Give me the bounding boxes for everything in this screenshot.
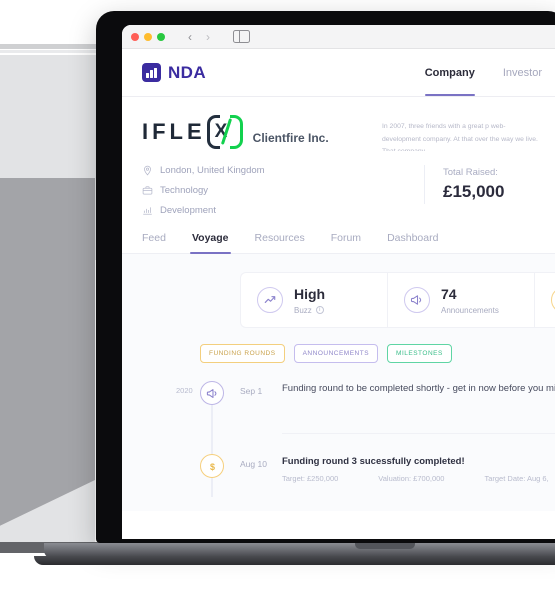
meta-stage-label: Development: [160, 205, 216, 216]
sidebar-toggle-icon[interactable]: [233, 29, 250, 44]
brand[interactable]: NDA: [142, 63, 206, 83]
screenshot-stage: ‹ › NDA Company Investor IFLE X Clientfi…: [0, 0, 555, 598]
stat-value-announcements: 74: [441, 285, 457, 302]
forward-icon[interactable]: ›: [200, 29, 216, 45]
dollar-icon: [551, 287, 555, 313]
stat-card-buzz[interactable]: High Buzz i: [240, 272, 387, 328]
svg-text:$: $: [210, 461, 215, 471]
timeline-date: Sep 1: [240, 386, 263, 396]
tab-investor[interactable]: Investor: [503, 49, 542, 96]
window-close-button[interactable]: [131, 32, 139, 41]
briefcase-icon: [142, 186, 153, 195]
location-pin-icon: [144, 165, 151, 176]
browser-chrome-bar: ‹ ›: [122, 25, 555, 49]
total-raised-card: Total Raised: £15,000: [424, 165, 542, 204]
back-icon[interactable]: ‹: [182, 29, 198, 45]
stat-card-announcements[interactable]: 74 Announcements: [387, 272, 534, 328]
app-header: NDA Company Investor: [122, 49, 555, 97]
company-name: Clientfire Inc.: [252, 130, 329, 145]
section-tabs: Feed Voyage Resources Forum Dashboard: [122, 216, 555, 254]
timeline-row[interactable]: 2020 Sep 1 Funding round to be completed…: [122, 375, 555, 424]
company-logo-text: IFLE: [142, 119, 206, 144]
meta-stage: Development: [142, 205, 265, 216]
meta-location: London, United Kingdom: [142, 165, 265, 176]
company-meta-list: London, United Kingdom Technology Develo…: [142, 165, 265, 216]
stat-card-partial[interactable]: [534, 272, 555, 328]
brand-name: NDA: [168, 62, 207, 82]
company-logo-badge-icon: X: [206, 115, 243, 149]
megaphone-icon[interactable]: [200, 381, 224, 405]
dollar-icon[interactable]: $: [200, 454, 224, 478]
tab-voyage[interactable]: Voyage: [189, 232, 231, 254]
timeline-title: Funding round 3 sucessfully completed!: [282, 456, 465, 467]
trend-up-icon: [257, 287, 283, 313]
filter-funding-rounds[interactable]: FUNDING ROUNDS: [200, 344, 285, 363]
chart-icon: [143, 207, 152, 215]
timeline-date: Aug 10: [240, 459, 267, 469]
timeline-year: 2020: [176, 386, 193, 395]
laptop-base-lower: [34, 556, 555, 565]
meta-industry-label: Technology: [160, 185, 209, 196]
filter-milestones[interactable]: MILESTONES: [387, 344, 452, 363]
tab-resources[interactable]: Resources: [255, 232, 305, 253]
top-nav: Company Investor: [424, 49, 542, 96]
meta-location-label: London, United Kingdom: [160, 165, 265, 176]
total-raised-label: Total Raised:: [443, 167, 498, 178]
timeline-body: Funding round to be completed shortly - …: [282, 375, 555, 394]
background-triangle: [0, 480, 95, 545]
company-logo: IFLE X Clientfire Inc.: [142, 115, 329, 149]
timeline-body: Funding round 3 sucessfully completed! T…: [282, 448, 555, 483]
info-icon[interactable]: i: [315, 306, 324, 314]
tab-company[interactable]: Company: [424, 49, 475, 96]
tab-forum[interactable]: Forum: [331, 232, 361, 253]
filter-pills: FUNDING ROUNDS ANNOUNCEMENTS MILESTONES: [122, 328, 555, 363]
timeline: 2020 Sep 1 Funding round to be completed…: [122, 363, 555, 497]
window-maximize-button[interactable]: [157, 32, 165, 41]
megaphone-icon: [404, 287, 430, 313]
laptop-hinge-notch: [355, 543, 415, 549]
bar-chart-icon: [142, 63, 161, 82]
stat-value-buzz: High: [294, 285, 326, 302]
timeline-detail-target-date: Target Date: Aug 6,: [484, 474, 549, 483]
timeline-title: Funding round to be completed shortly - …: [282, 383, 555, 394]
browser-window: ‹ › NDA Company Investor IFLE X Clientfi…: [122, 25, 555, 539]
meta-industry: Technology: [142, 185, 265, 196]
company-row: IFLE X Clientfire Inc. In 2007, three fr…: [122, 97, 555, 151]
background-panel-dark: [0, 178, 95, 498]
stat-label-announcements: Announcements: [441, 305, 499, 315]
window-minimize-button[interactable]: [144, 32, 152, 41]
timeline-divider: [282, 433, 555, 434]
stat-label-buzz: Buzz: [294, 305, 312, 315]
tab-feed[interactable]: Feed: [142, 232, 166, 253]
timeline-detail-valuation: Valuation: £700,000: [378, 474, 445, 483]
stats-region: High Buzz i 74 Announcements FUNDING ROU…: [122, 254, 555, 511]
stats-strip: High Buzz i 74 Announcements: [240, 272, 555, 328]
total-raised-value: £15,000: [443, 182, 505, 201]
filter-announcements[interactable]: ANNOUNCEMENTS: [293, 344, 379, 363]
company-description: In 2007, three friends with a great p we…: [382, 123, 538, 151]
company-meta-row: London, United Kingdom Technology Develo…: [122, 151, 555, 216]
timeline-detail-target: Target: £250,000: [282, 474, 339, 483]
timeline-row[interactable]: $ Aug 10 Funding round 3 sucessfully com…: [122, 448, 555, 497]
timeline-details: Target: £250,000 Valuation: £700,000 Tar…: [282, 474, 555, 483]
tab-dashboard[interactable]: Dashboard: [387, 232, 438, 253]
